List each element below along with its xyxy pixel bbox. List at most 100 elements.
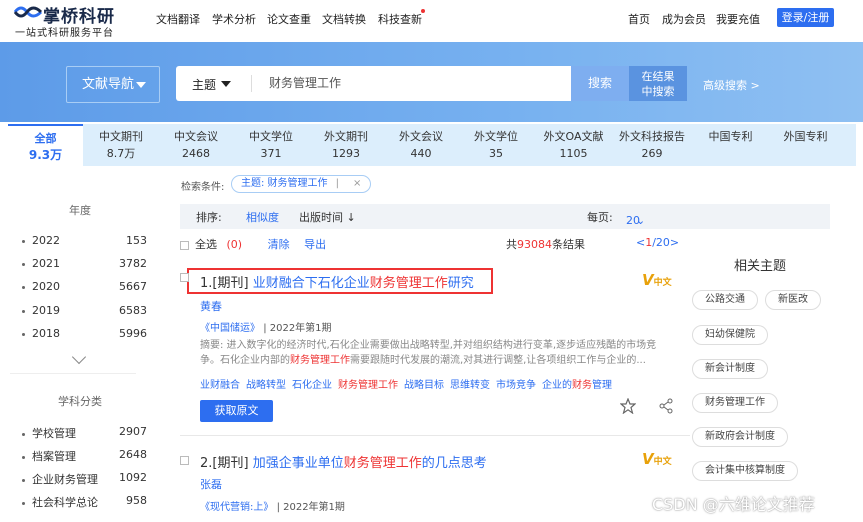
- chevron-down-icon[interactable]: [71, 349, 87, 365]
- tab-cn-thesis[interactable]: 中文学位 371: [236, 124, 306, 166]
- result-checkbox[interactable]: [180, 456, 189, 465]
- logo-mark-icon: [13, 6, 43, 18]
- login-button[interactable]: 登录/注册: [777, 8, 834, 27]
- subject-facet-title: 学科分类: [58, 395, 102, 408]
- title-highlight: 财务管理工作: [343, 456, 422, 471]
- tab-en-oa[interactable]: 外文OA文献 1105: [536, 124, 611, 166]
- top-bar: 掌桥科研 一站式科研服务平台 文档翻译 学术分析 论文查重 文档转换 科技查新 …: [0, 0, 863, 42]
- result-title[interactable]: 1.[期刊] 业财融合下石化企业财务管理工作研究: [200, 272, 474, 291]
- search-input[interactable]: [269, 75, 549, 89]
- tab-label: 外文期刊: [324, 130, 368, 143]
- year-filter-item[interactable]: 2018 5996: [22, 327, 147, 340]
- related-tag[interactable]: 公路交通: [692, 290, 758, 310]
- search-button[interactable]: 搜索: [571, 66, 629, 101]
- year-filter-item[interactable]: 2019 6583: [22, 304, 147, 317]
- related-tag[interactable]: 妇幼保健院: [692, 325, 768, 345]
- close-icon[interactable]: ×: [353, 178, 361, 189]
- related-tag[interactable]: 新医改: [765, 290, 821, 310]
- title-text: 加强企事业单位: [252, 456, 344, 471]
- watermark: CSDN @六维论文推荐: [652, 495, 815, 514]
- journal-issue: | 2022年第1期: [263, 323, 332, 334]
- select-all-label[interactable]: 全选: [195, 238, 217, 251]
- search-within-line1: 在结果: [641, 70, 675, 83]
- nav-analysis[interactable]: 学术分析: [212, 11, 256, 27]
- tab-en-journal[interactable]: 外文期刊 1293: [311, 124, 381, 166]
- tab-cn-journal[interactable]: 中文期刊 8.7万: [86, 124, 156, 166]
- result-author[interactable]: 张磊: [200, 476, 222, 492]
- keyword-link[interactable]: 业财融合: [200, 380, 240, 391]
- doc-nav-dropdown[interactable]: 文献导航: [66, 66, 160, 103]
- related-tag[interactable]: 新会计制度: [692, 359, 768, 379]
- tab-all[interactable]: 全部 9.3万: [8, 124, 83, 166]
- nav-plagiarism[interactable]: 论文查重: [267, 11, 311, 27]
- logo[interactable]: 掌桥科研 一站式科研服务平台: [13, 2, 143, 39]
- keyword-link[interactable]: 思维转变: [450, 380, 490, 391]
- keyword-link[interactable]: 战略目标: [404, 380, 444, 391]
- tab-en-report[interactable]: 外文科技报告 269: [613, 124, 691, 166]
- bullet-icon: [22, 239, 25, 243]
- new-dot-badge: [421, 9, 425, 13]
- year-filter-item[interactable]: 2021 3782: [22, 257, 147, 270]
- divider: [251, 75, 252, 92]
- nav-member[interactable]: 成为会员: [662, 11, 706, 27]
- clear-link[interactable]: 清除: [268, 238, 290, 251]
- lang-text: 中文: [653, 278, 672, 288]
- year-filter-item[interactable]: 2022 153: [22, 234, 147, 247]
- tab-en-conference[interactable]: 外文会议 440: [386, 124, 456, 166]
- tab-cn-patent[interactable]: 中国专利: [698, 124, 763, 166]
- facet-label: 学校管理: [32, 427, 76, 440]
- pagination[interactable]: <1/20>: [636, 236, 679, 249]
- star-icon[interactable]: [620, 398, 636, 414]
- nav-novelty[interactable]: 科技查新: [378, 11, 422, 27]
- tab-en-thesis[interactable]: 外文学位 35: [461, 124, 531, 166]
- related-tag[interactable]: 新政府会计制度: [692, 427, 788, 447]
- title-text: 的几点思考: [421, 456, 487, 471]
- keyword-highlight: 财务: [572, 380, 592, 391]
- subject-filter-item[interactable]: 社会科学总论 958: [22, 494, 147, 510]
- select-all-checkbox[interactable]: [180, 240, 189, 250]
- journal-name[interactable]: 《现代营销:上》: [200, 502, 273, 513]
- get-fulltext-button[interactable]: 获取原文: [200, 400, 273, 422]
- v-icon: V: [642, 271, 654, 289]
- subject-filter-item[interactable]: 档案管理 2648: [22, 448, 147, 464]
- result-index: 2.: [200, 456, 213, 471]
- tab-foreign-patent[interactable]: 外国专利: [773, 124, 838, 166]
- keyword-link[interactable]: 企业的财务管理: [542, 380, 612, 391]
- nav-translate[interactable]: 文档翻译: [156, 11, 200, 27]
- nav-home[interactable]: 首页: [628, 11, 650, 27]
- page-prev[interactable]: <: [636, 236, 645, 249]
- facet-count: 2648: [119, 448, 147, 461]
- advanced-search-link[interactable]: 高级搜索 >: [703, 77, 760, 93]
- keyword-link[interactable]: 战略转型: [246, 380, 286, 391]
- year-filter-item[interactable]: 2020 5667: [22, 280, 147, 293]
- related-tag[interactable]: 会计集中核算制度: [692, 461, 798, 481]
- tab-cn-conference[interactable]: 中文会议 2468: [161, 124, 231, 166]
- page-total[interactable]: /20>: [652, 236, 679, 249]
- facet-count: 6583: [119, 304, 147, 317]
- share-icon[interactable]: [658, 398, 674, 414]
- tab-label: 外文科技报告: [619, 130, 685, 143]
- nav-convert[interactable]: 文档转换: [322, 11, 366, 27]
- search-within-button[interactable]: 在结果 中搜索: [629, 66, 687, 101]
- journal-name[interactable]: 《中国储运》: [200, 323, 260, 334]
- keyword-link[interactable]: 市场竞争: [496, 380, 536, 391]
- tab-count: 269: [641, 147, 663, 160]
- result-author[interactable]: 黄春: [200, 298, 222, 314]
- subject-filter-item[interactable]: 企业财务管理 1092: [22, 471, 147, 487]
- sort-relevance[interactable]: 相似度: [246, 209, 279, 225]
- keyword-link[interactable]: 财务管理工作: [338, 380, 398, 391]
- subject-filter-item[interactable]: 学校管理 2907: [22, 425, 147, 441]
- related-tag[interactable]: 财务管理工作: [692, 393, 778, 413]
- divider: [10, 373, 136, 374]
- nav-recharge[interactable]: 我要充值: [716, 11, 760, 27]
- result-title[interactable]: 2.[期刊] 加强企事业单位财务管理工作的几点思考: [200, 452, 487, 471]
- facet-count: 5667: [119, 280, 147, 293]
- sort-date[interactable]: 出版时间 ↓: [299, 209, 356, 225]
- filter-chip[interactable]: 主题: 财务管理工作 | ×: [231, 175, 372, 193]
- keyword-link[interactable]: 石化企业: [292, 380, 332, 391]
- search-field-select[interactable]: 主题: [192, 76, 231, 93]
- export-link[interactable]: 导出: [304, 238, 326, 251]
- facet-label: 2020: [32, 280, 60, 293]
- result-checkbox[interactable]: [180, 273, 189, 282]
- result-journal: 《现代营销:上》 | 2022年第1期: [200, 498, 345, 513]
